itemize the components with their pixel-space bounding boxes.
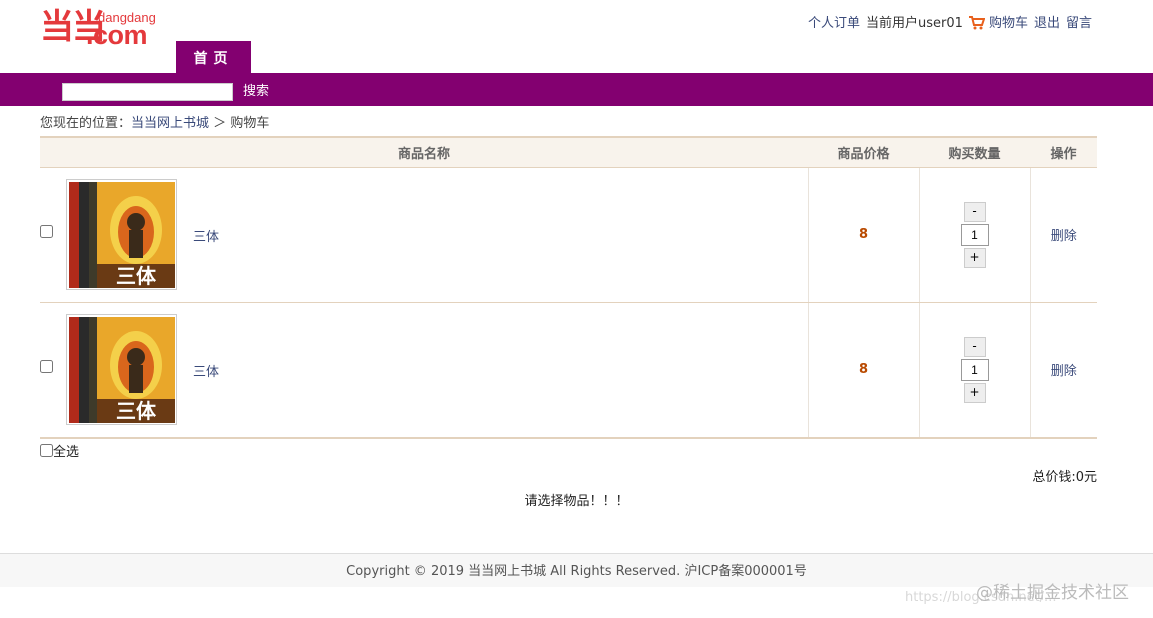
item-checkbox[interactable] [40,359,53,373]
col-header-price: 商品价格 [808,136,919,168]
logo-domain: .com [86,20,148,50]
quantity-decrement-button[interactable]: - [963,336,986,357]
item-name-link[interactable]: 三体 [193,361,219,380]
item-price: 8 [807,167,919,303]
cart-table: 商品名称 商品价格 购买数量 操作 三体 三体 8 - 1 + 删除 三体 三体… [40,136,1097,439]
col-header-action: 操作 [1030,136,1097,168]
svg-text:三体: 三体 [116,399,157,423]
search-button[interactable]: 搜索 [243,82,269,102]
table-row: 三体 三体 8 - + 删除 [40,167,1097,303]
select-all[interactable]: 全选 [40,441,79,460]
quantity-increment-button[interactable]: + [963,247,986,268]
top-links: 个人订单 当前用户user01 购物车 退出 留言 [808,12,1092,31]
item-name-link[interactable]: 三体 [193,226,219,245]
book-cover-image[interactable]: 三体 [66,313,177,425]
breadcrumb: 您现在的位置：当当网上书城 ＞ 购物车 [40,115,269,133]
current-user-label: 当前用户user01 [866,16,963,31]
selection-notice: 请选择物品！！！ [524,494,629,509]
cart-icon [968,15,985,29]
watermark: @稀土掘金技术社区 [976,583,1129,603]
total-price: 总价钱:0元 [1032,470,1097,485]
message-link[interactable]: 留言 [1066,12,1092,31]
breadcrumb-separator: ＞ [213,116,227,131]
tab-home[interactable]: 首页 [176,41,251,74]
col-header-quantity: 购买数量 [919,136,1030,168]
orders-link[interactable]: 个人订单 [808,12,860,31]
svg-text:三体: 三体 [116,264,157,288]
quantity-decrement-button[interactable]: - [963,201,986,222]
cart-table-header: 商品名称 商品价格 购买数量 操作 [40,136,1097,168]
dangdang-logo[interactable]: 当当 dangdang .com [40,8,175,50]
logout-link[interactable]: 退出 [1034,12,1060,31]
select-all-label: 全选 [53,445,80,460]
item-checkbox[interactable] [40,224,53,238]
nav-bar: 搜索 [0,73,1153,106]
item-price: 8 [807,302,919,439]
quantity-increment-button[interactable]: + [963,382,986,403]
breadcrumb-prefix: 您现在的位置： [40,116,132,131]
search-input[interactable] [62,83,233,101]
quantity-input[interactable] [960,223,989,246]
select-all-checkbox[interactable] [40,444,53,457]
delete-item-link[interactable]: 删除 [1051,364,1077,379]
col-header-name: 商品名称 [40,136,808,168]
book-cover-image[interactable]: 三体 [66,178,177,290]
delete-item-link[interactable]: 删除 [1051,229,1077,244]
breadcrumb-current: 购物车 [230,116,270,131]
table-row: 三体 三体 8 - + 删除 [40,302,1097,439]
cart-link[interactable]: 购物车 [989,12,1028,31]
quantity-input[interactable] [960,358,989,381]
breadcrumb-home-link[interactable]: 当当网上书城 [131,116,209,131]
